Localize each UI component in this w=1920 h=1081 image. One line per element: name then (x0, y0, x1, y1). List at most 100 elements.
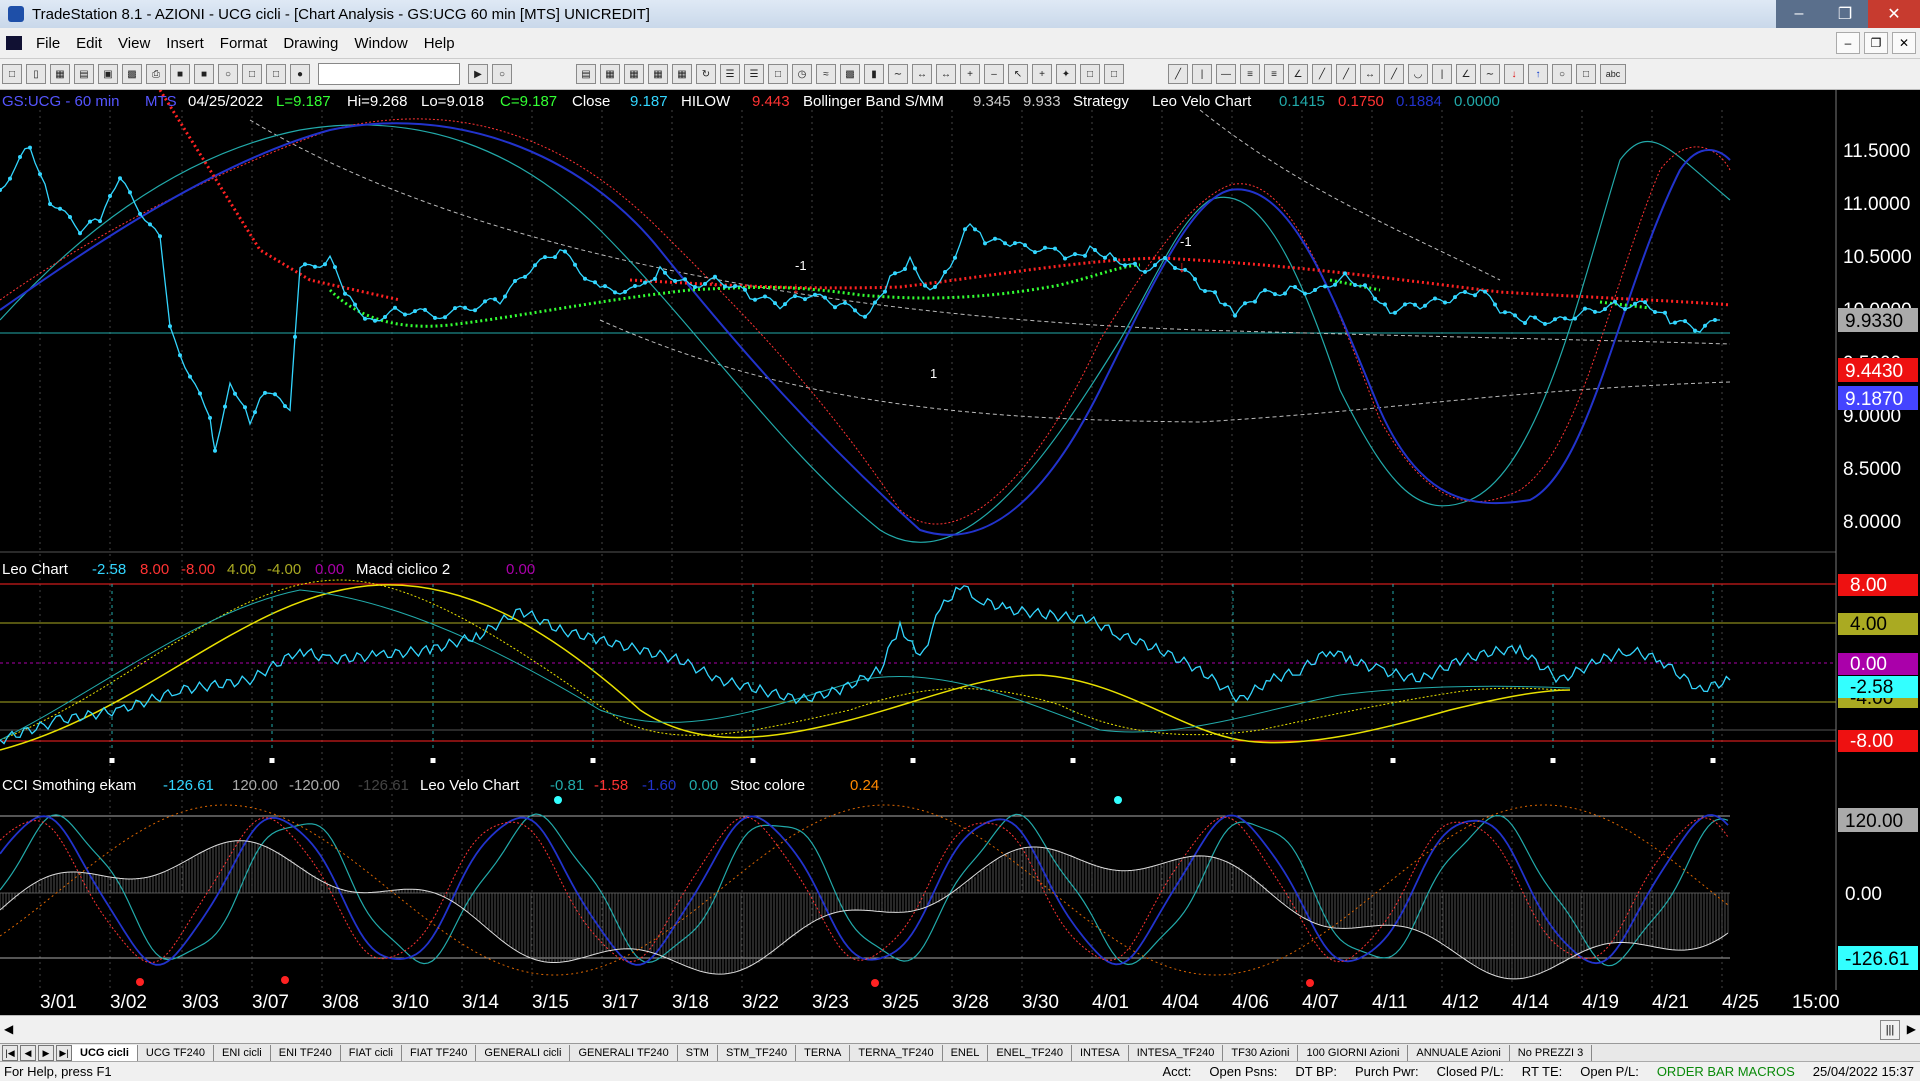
scan-icon[interactable]: ▦ (648, 64, 668, 84)
order-bar-macros-label[interactable]: ORDER BAR MACROS (1657, 1064, 1795, 1079)
sheet-tab[interactable]: UCG cicli (72, 1045, 138, 1061)
sheet-tab[interactable]: ENEL_TF240 (988, 1045, 1072, 1061)
sheet-tab[interactable]: No PREZZI 3 (1510, 1045, 1593, 1061)
cycle-icon[interactable]: | (1432, 64, 1452, 84)
menu-insert[interactable]: Insert (158, 35, 212, 52)
zoom-in-icon[interactable]: + (960, 64, 980, 84)
line-chart-icon[interactable]: ∼ (888, 64, 908, 84)
magnify-icon[interactable]: ○ (492, 64, 512, 84)
menu-window[interactable]: Window (346, 35, 415, 52)
tools-icon[interactable]: ✦ (1056, 64, 1076, 84)
print-preview-icon[interactable]: ▩ (122, 64, 142, 84)
open-icon[interactable]: ▯ (26, 64, 46, 84)
bar-chart-icon[interactable]: ▩ (840, 64, 860, 84)
rectangle-icon[interactable]: □ (1576, 64, 1596, 84)
mdi-close-button[interactable]: ✕ (1892, 32, 1916, 54)
chart-icon[interactable]: ▤ (576, 64, 596, 84)
table-icon[interactable]: ▦ (624, 64, 644, 84)
window2-icon[interactable]: ■ (194, 64, 214, 84)
menu-edit[interactable]: Edit (68, 35, 110, 52)
sheet-tab[interactable]: GENERALI cicli (476, 1045, 571, 1061)
folder-icon[interactable]: ▣ (98, 64, 118, 84)
sheet-tab[interactable]: 100 GIORNI Azioni (1298, 1045, 1409, 1061)
sheet-tab[interactable]: FIAT cicli (341, 1045, 402, 1061)
chart-app-icon[interactable] (6, 36, 22, 50)
close-button[interactable]: ✕ (1868, 0, 1920, 28)
chart-canvas[interactable]: GS:UCG - 60 min MTS 04/25/2022 L=9.187 H… (0, 89, 1920, 1044)
sheet-tab[interactable]: GENERALI TF240 (570, 1045, 678, 1061)
speed-line-icon[interactable]: ╱ (1312, 64, 1332, 84)
workspace-icon[interactable]: ▤ (74, 64, 94, 84)
down-arrow-icon[interactable]: ↓ (1504, 64, 1524, 84)
arc-icon[interactable]: ◡ (1408, 64, 1428, 84)
sheet-last-icon[interactable]: ▶| (56, 1045, 72, 1061)
scroll-right-icon[interactable]: ▶ (1907, 1022, 1916, 1036)
compress-icon[interactable]: ↔ (936, 64, 956, 84)
format-icon[interactable]: □ (1080, 64, 1100, 84)
menu-view[interactable]: View (110, 35, 158, 52)
sheet-first-icon[interactable]: |◀ (2, 1045, 18, 1061)
fan-icon[interactable]: ∠ (1456, 64, 1476, 84)
compare-icon[interactable]: ▦ (672, 64, 692, 84)
save-icon[interactable]: ▦ (50, 64, 70, 84)
indicator-icon[interactable]: ≈ (816, 64, 836, 84)
crosshair-icon[interactable]: + (1032, 64, 1052, 84)
trendline-icon[interactable]: ╱ (1168, 64, 1188, 84)
symbol-combo[interactable] (318, 63, 460, 85)
parallel-icon[interactable]: ╱ (1384, 64, 1404, 84)
vertical-line-icon[interactable]: | (1192, 64, 1212, 84)
sheet-tab[interactable]: ENI cicli (214, 1045, 271, 1061)
globe-icon[interactable]: ● (290, 64, 310, 84)
zoom-out-icon[interactable]: – (984, 64, 1004, 84)
menu-format[interactable]: Format (212, 35, 276, 52)
grid-icon[interactable]: ▦ (600, 64, 620, 84)
scroll-thumb-icon[interactable]: ||| (1880, 1020, 1900, 1040)
menu-help[interactable]: Help (416, 35, 463, 52)
sheet-tab[interactable]: STM_TF240 (718, 1045, 797, 1061)
sheet-next-icon[interactable]: ▶ (38, 1045, 54, 1061)
lock-icon[interactable]: ○ (218, 64, 238, 84)
expand-icon[interactable]: ↔ (912, 64, 932, 84)
scroll-left-icon[interactable]: ◀ (4, 1022, 13, 1036)
horizontal-scrollbar[interactable]: ◀ ||| ▶ (0, 1015, 1920, 1044)
chart-analysis-window[interactable]: GS:UCG - 60 min MTS 04/25/2022 L=9.187 H… (0, 89, 1920, 1044)
sheet-tab[interactable]: TERNA_TF240 (850, 1045, 943, 1061)
ruler-icon[interactable]: ↔ (1360, 64, 1380, 84)
list-icon[interactable]: ☰ (720, 64, 740, 84)
new-icon[interactable]: □ (2, 64, 22, 84)
text-icon[interactable]: abc (1600, 64, 1626, 84)
sheet-tab[interactable]: TERNA (796, 1045, 851, 1061)
sheet-tab[interactable]: INTESA_TF240 (1129, 1045, 1224, 1061)
ellipse-icon[interactable]: ○ (1552, 64, 1572, 84)
window-icon[interactable]: ■ (170, 64, 190, 84)
window3-icon[interactable]: □ (768, 64, 788, 84)
channel-icon[interactable]: ≡ (1240, 64, 1260, 84)
refresh-icon[interactable]: ↻ (696, 64, 716, 84)
mdi-minimize-button[interactable]: – (1836, 32, 1860, 54)
sheet-tab[interactable]: TF30 Azioni (1223, 1045, 1299, 1061)
gann-icon[interactable]: ╱ (1336, 64, 1356, 84)
horizontal-line-icon[interactable]: — (1216, 64, 1236, 84)
print-icon[interactable]: ⎙ (146, 64, 166, 84)
sheet-tab[interactable]: INTESA (1072, 1045, 1129, 1061)
go-arrow-icon[interactable]: ▶ (468, 64, 488, 84)
doc-icon[interactable]: □ (242, 64, 262, 84)
up-arrow-icon[interactable]: ↑ (1528, 64, 1548, 84)
stack-icon[interactable]: ☰ (744, 64, 764, 84)
sheet-tab[interactable]: UCG TF240 (138, 1045, 214, 1061)
fib-icon[interactable]: ≡ (1264, 64, 1284, 84)
menu-file[interactable]: File (28, 35, 68, 52)
clock-icon[interactable]: ◷ (792, 64, 812, 84)
minimize-button[interactable]: – (1776, 0, 1822, 28)
sheet-tab[interactable]: ENI TF240 (271, 1045, 341, 1061)
sheet-prev-icon[interactable]: ◀ (20, 1045, 36, 1061)
props-icon[interactable]: □ (1104, 64, 1124, 84)
angle-icon[interactable]: ∠ (1288, 64, 1308, 84)
sheet-tab[interactable]: ANNUALE Azioni (1408, 1045, 1510, 1061)
pointer-icon[interactable]: ↖ (1008, 64, 1028, 84)
paste-icon[interactable]: □ (266, 64, 286, 84)
sheet-tab[interactable]: FIAT TF240 (402, 1045, 477, 1061)
curve-icon[interactable]: ∼ (1480, 64, 1500, 84)
menu-drawing[interactable]: Drawing (275, 35, 346, 52)
maximize-button[interactable]: ❐ (1822, 0, 1868, 28)
